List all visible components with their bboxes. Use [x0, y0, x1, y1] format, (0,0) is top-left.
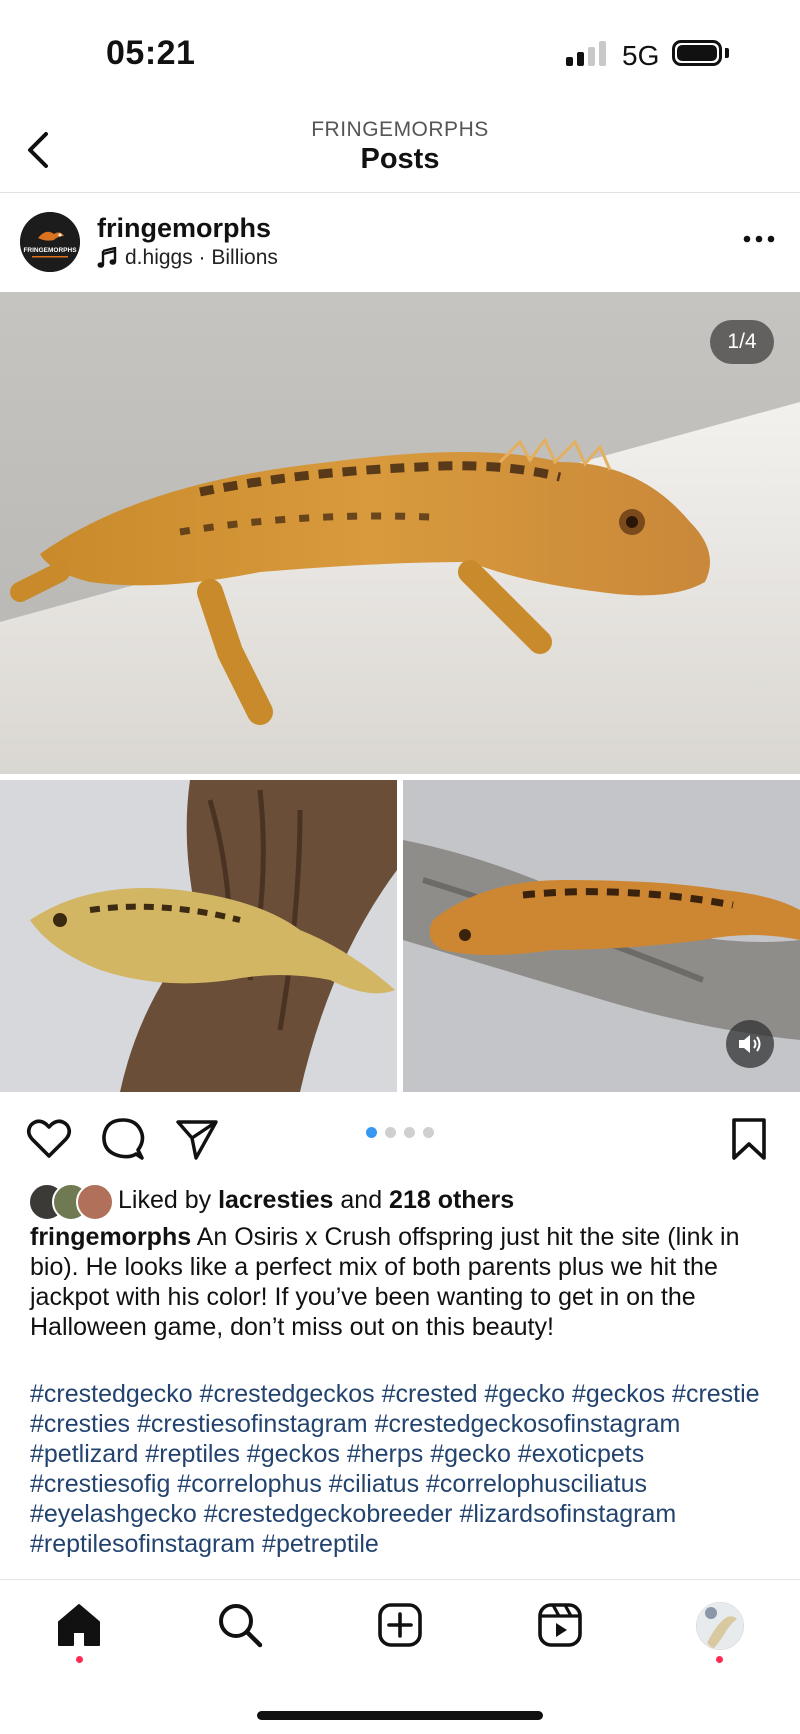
carousel-dot: [385, 1127, 396, 1138]
likes-middle: and: [333, 1186, 390, 1214]
brand-logo: FRINGEMORPHS: [20, 212, 80, 272]
search-icon: [219, 1604, 263, 1648]
battery-icon: [672, 40, 722, 66]
avatar: [76, 1183, 114, 1221]
save-button[interactable]: [726, 1116, 772, 1162]
more-options-button[interactable]: [742, 232, 776, 246]
heart-icon: [26, 1119, 72, 1158]
more-horizontal-icon: [743, 235, 775, 243]
liked-by-avatars[interactable]: [28, 1183, 114, 1221]
status-time: 05:21: [106, 34, 196, 72]
nav-home[interactable]: [54, 1600, 104, 1650]
home-indicator: [257, 1711, 543, 1720]
post-image-main[interactable]: [0, 292, 800, 774]
carousel-dot: [404, 1127, 415, 1138]
music-note-icon: [97, 247, 117, 268]
audio-link[interactable]: d.higgs · Billions: [97, 246, 278, 270]
nav-profile[interactable]: [696, 1602, 744, 1650]
send-icon: [176, 1120, 218, 1160]
speaker-icon: [739, 1035, 761, 1053]
comment-icon: [102, 1118, 145, 1160]
profile-notification-dot: [716, 1656, 723, 1663]
nav-create[interactable]: [375, 1600, 425, 1650]
page-title: Posts: [360, 143, 440, 175]
comment-button[interactable]: [100, 1116, 146, 1162]
signal-icon: [566, 40, 606, 66]
nav-search[interactable]: [215, 1600, 265, 1650]
liked-by-user[interactable]: lacresties: [218, 1186, 333, 1214]
likes-summary[interactable]: Liked by lacresties and 218 others: [118, 1186, 514, 1215]
audio-label: d.higgs · Billions: [125, 246, 278, 269]
post-avatar[interactable]: FRINGEMORPHS: [20, 212, 80, 272]
likes-others[interactable]: 218 others: [389, 1186, 514, 1214]
sound-toggle-button[interactable]: [726, 1020, 774, 1068]
carousel-indicator: [366, 1127, 434, 1138]
like-button[interactable]: [26, 1116, 72, 1162]
bottom-nav-divider: [0, 1579, 800, 1580]
share-button[interactable]: [174, 1116, 220, 1162]
avatar-logo-text: FRINGEMORPHS: [23, 247, 77, 254]
reels-icon: [538, 1603, 582, 1647]
profile-avatar: [697, 1603, 743, 1649]
home-icon: [58, 1604, 100, 1646]
bookmark-icon: [732, 1118, 766, 1160]
create-icon: [378, 1603, 422, 1647]
carousel-dot: [423, 1127, 434, 1138]
home-notification-dot: [76, 1656, 83, 1663]
nav-reels[interactable]: [535, 1600, 585, 1650]
header-divider: [0, 192, 800, 193]
post-caption: fringemorphs An Osiris x Crush offspring…: [30, 1222, 782, 1342]
likes-prefix: Liked by: [118, 1186, 219, 1214]
carousel-dot: [366, 1127, 377, 1138]
network-label: 5G: [622, 40, 660, 71]
caption-author[interactable]: fringemorphs: [30, 1223, 191, 1251]
caption-hashtags[interactable]: #crestedgecko #crestedgeckos #crested #g…: [30, 1379, 782, 1577]
battery-tip: [725, 48, 729, 58]
post-image-secondary[interactable]: [0, 780, 397, 1092]
header-account-label: FRINGEMORPHS: [311, 118, 489, 141]
post-username[interactable]: fringemorphs: [97, 213, 271, 244]
media-counter-badge: 1/4: [710, 320, 774, 364]
